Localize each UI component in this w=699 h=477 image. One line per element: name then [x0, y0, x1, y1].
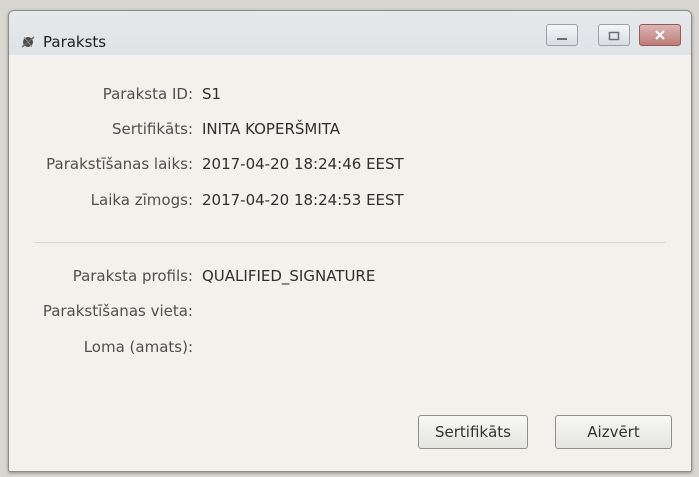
row-timestamp: Laika zīmogs: 2017-04-20 18:24:53 EEST [9, 191, 691, 213]
minimize-button[interactable] [546, 24, 578, 46]
value-certificate: INITA KOPERŠMITA [202, 120, 341, 138]
certificate-button[interactable]: Sertifikāts [418, 415, 528, 449]
row-role: Loma (amats): [9, 338, 691, 360]
label-signature-profile: Paraksta profils: [72, 267, 193, 285]
label-certificate: Sertifikāts: [111, 120, 193, 138]
close-icon [653, 26, 667, 45]
row-signing-time: Parakstīšanas laiks: 2017-04-20 18:24:46… [9, 155, 691, 177]
dialog-content: Paraksta ID: S1 Sertifikāts: INITA KOPER… [9, 55, 691, 471]
row-certificate: Sertifikāts: INITA KOPERŠMITA [9, 120, 691, 142]
signature-dialog: Paraksts Paraksta ID: S1 Sertifikāts: IN… [8, 10, 692, 472]
window-title: Paraksts [43, 33, 107, 51]
close-button[interactable]: Aizvērt [555, 415, 672, 449]
label-timestamp: Laika zīmogs: [90, 191, 193, 209]
section-separator [35, 242, 665, 243]
label-signing-time: Parakstīšanas laiks: [46, 155, 193, 173]
row-signing-location: Parakstīšanas vieta: [9, 302, 691, 324]
row-signature-id: Paraksta ID: S1 [9, 85, 691, 107]
maximize-button[interactable] [598, 24, 630, 46]
value-signature-id: S1 [202, 85, 222, 103]
title-bar[interactable]: Paraksts [9, 11, 691, 55]
signature-icon [19, 33, 37, 51]
label-signature-id: Paraksta ID: [102, 85, 193, 103]
label-signing-location: Parakstīšanas vieta: [42, 302, 193, 320]
maximize-icon [608, 26, 620, 45]
row-signature-profile: Paraksta profils: QUALIFIED_SIGNATURE [9, 267, 691, 289]
value-signature-profile: QUALIFIED_SIGNATURE [202, 267, 376, 285]
value-signing-time: 2017-04-20 18:24:46 EEST [202, 155, 404, 173]
close-window-button[interactable] [639, 24, 681, 46]
minimize-icon [556, 26, 568, 45]
value-timestamp: 2017-04-20 18:24:53 EEST [202, 191, 404, 209]
label-role: Loma (amats): [83, 338, 193, 356]
